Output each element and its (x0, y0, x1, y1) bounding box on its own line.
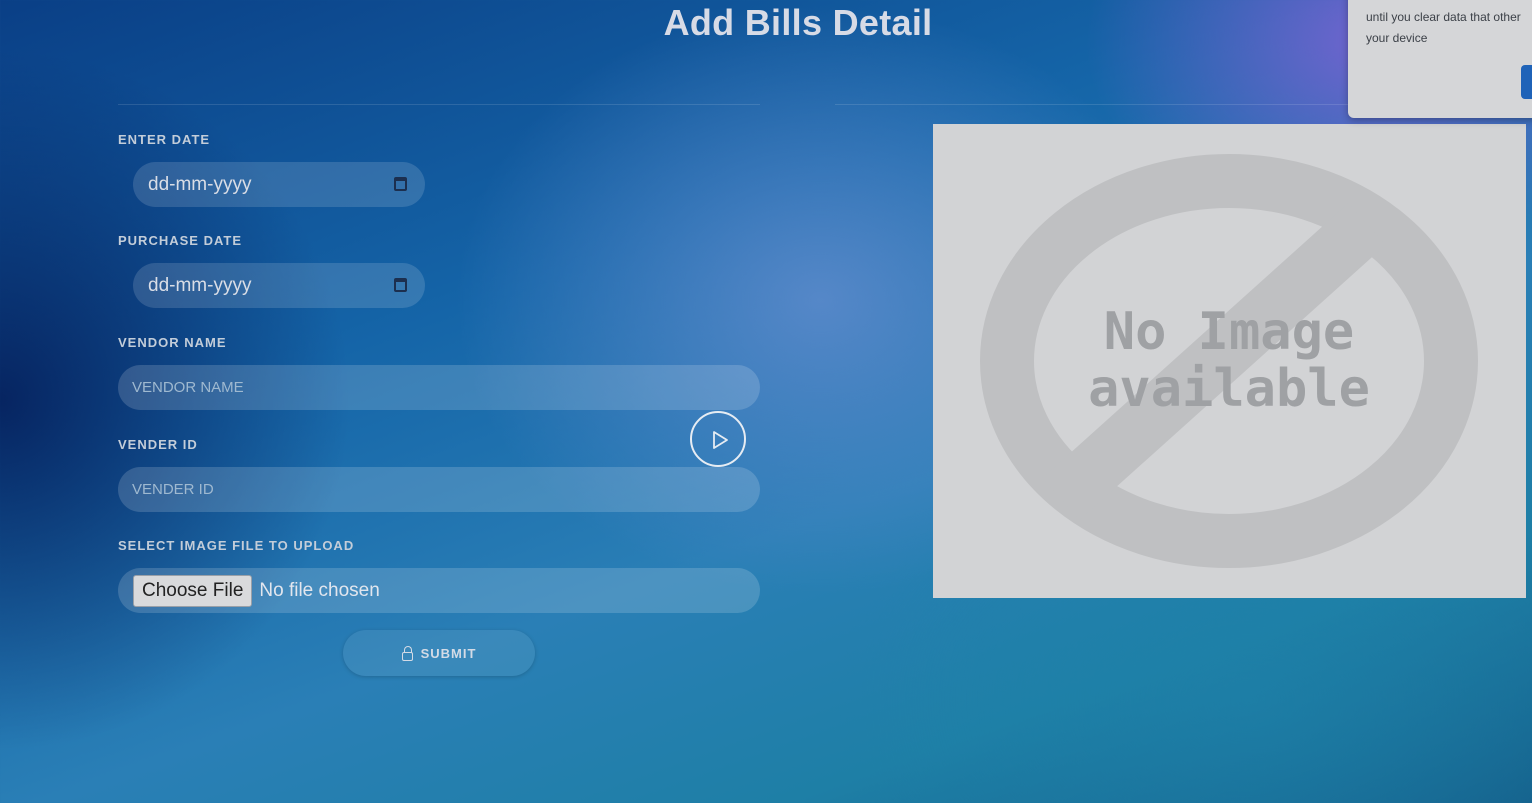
submit-button[interactable]: SUBMIT (343, 630, 535, 676)
calendar-icon[interactable] (394, 278, 407, 292)
purchase-date-value: dd-mm-yyyy (148, 274, 252, 296)
popup-text: until you clear data that other (1366, 10, 1521, 24)
page-title: Add Bills Detail (663, 2, 933, 43)
lock-icon (401, 646, 414, 661)
play-button[interactable] (690, 411, 746, 467)
vender-id-label: VENDER ID (118, 437, 198, 452)
purchase-date-label: PURCHASE DATE (118, 233, 242, 248)
submit-label: SUBMIT (420, 645, 477, 661)
purchase-date-input[interactable]: dd-mm-yyyy (133, 263, 425, 308)
popup-action-button[interactable] (1521, 65, 1532, 99)
no-image-text-line2: available (1088, 359, 1370, 419)
calendar-icon[interactable] (394, 177, 407, 191)
play-icon (713, 431, 728, 449)
file-status: No file chosen (259, 579, 380, 601)
enter-date-label: ENTER DATE (118, 132, 211, 147)
enter-date-value: dd-mm-yyyy (148, 173, 252, 195)
file-upload-label: SELECT IMAGE FILE TO UPLOAD (118, 538, 355, 553)
file-upload-field[interactable]: Choose File No file chosen (118, 568, 760, 613)
vendor-name-label: VENDOR NAME (118, 335, 227, 350)
vendor-name-input[interactable] (118, 365, 760, 410)
notification-popup: until you clear data that other your dev… (1348, 0, 1532, 118)
image-preview: No Image available (933, 124, 1526, 598)
popup-text-line2: your device (1366, 31, 1428, 45)
enter-date-input[interactable]: dd-mm-yyyy (133, 162, 425, 207)
no-image-text-line1: No Image (1104, 302, 1354, 362)
form-divider (118, 104, 760, 105)
vender-id-input[interactable] (118, 467, 760, 512)
choose-file-button[interactable]: Choose File (133, 574, 253, 607)
